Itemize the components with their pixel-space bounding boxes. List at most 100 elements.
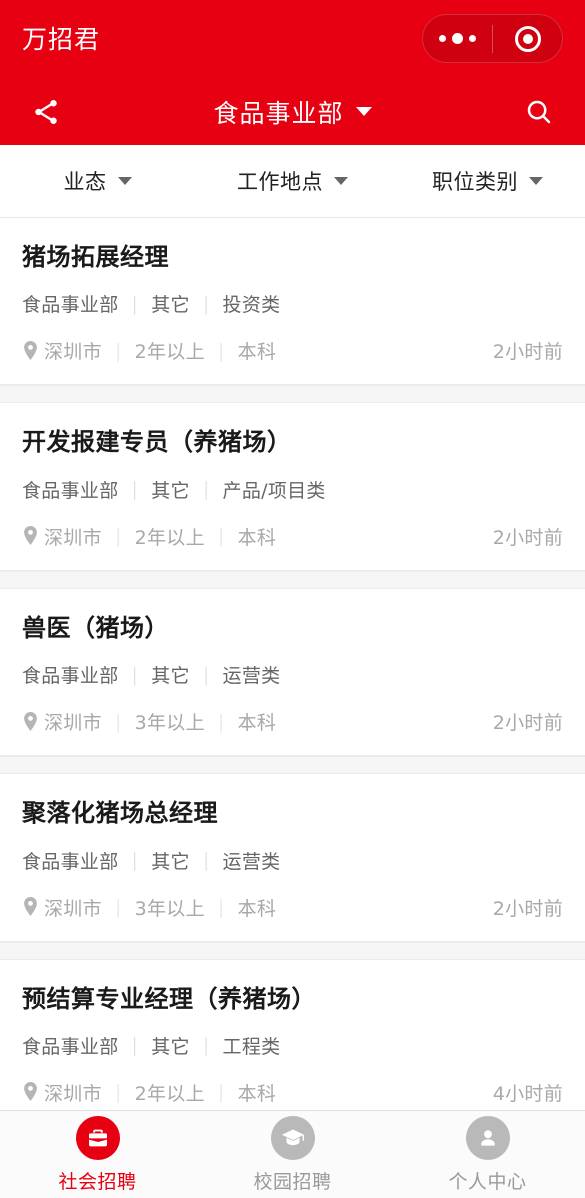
- job-education: 本科: [237, 897, 277, 920]
- job-card[interactable]: 开发报建专员（养猪场） 食品事业部 | 其它 | 产品/项目类 深圳市 | 2年…: [0, 403, 585, 571]
- job-tags: 食品事业部 | 其它 | 产品/项目类: [22, 476, 563, 503]
- filter-business-type[interactable]: 业态: [0, 145, 195, 217]
- chevron-down-icon[interactable]: [355, 107, 372, 116]
- target-core: [522, 33, 533, 44]
- chevron-down-icon: [117, 177, 132, 185]
- bottom-tab-bar: 社会招聘 校园招聘 个人中心: [0, 1110, 585, 1198]
- tab-personal-center[interactable]: 个人中心: [390, 1115, 585, 1194]
- job-education: 本科: [237, 712, 277, 735]
- job-title: 兽医（猪场）: [22, 613, 169, 642]
- job-experience: 2年以上: [134, 526, 205, 549]
- job-title: 猪场拓展经理: [22, 243, 169, 271]
- target-ring: [514, 25, 541, 52]
- job-experience: 3年以上: [134, 712, 205, 735]
- tag-separator: |: [131, 478, 139, 501]
- tag-separator: |: [202, 1034, 210, 1057]
- job-business: 其它: [151, 665, 190, 688]
- job-experience: 3年以上: [134, 897, 205, 920]
- meta-separator: |: [217, 896, 225, 919]
- job-card[interactable]: 聚落化猪场总经理 食品事业部 | 其它 | 运营类 深圳市 | 3年以上 | 本…: [0, 774, 585, 942]
- filter-work-location[interactable]: 工作地点: [195, 145, 390, 217]
- filter-label: 职位类别: [432, 170, 518, 194]
- more-dots-icon[interactable]: [423, 33, 492, 44]
- card-divider: [0, 385, 585, 404]
- chevron-down-icon: [334, 177, 348, 185]
- dot-right: [469, 35, 476, 42]
- job-tags: 食品事业部 | 其它 | 工程类: [22, 1032, 563, 1059]
- job-title: 预结算专业经理（养猪场）: [22, 984, 316, 1013]
- location-pin-icon: [22, 711, 39, 732]
- job-location: 深圳市: [44, 1082, 102, 1105]
- app-name: 万招君: [22, 24, 101, 54]
- job-card[interactable]: 兽医（猪场） 食品事业部 | 其它 | 运营类 深圳市 | 3年以上 | 本科: [0, 588, 585, 757]
- wechat-capsule[interactable]: [422, 14, 563, 63]
- job-meta: 深圳市 | 2年以上 | 本科 4小时前: [22, 1079, 563, 1106]
- job-meta: 深圳市 | 3年以上 | 本科 2小时前: [22, 894, 563, 921]
- job-card[interactable]: 预结算专业经理（养猪场） 食品事业部 | 其它 | 工程类 深圳市 | 2年以上…: [0, 959, 585, 1110]
- job-department: 食品事业部: [22, 479, 119, 502]
- job-post-time: 2小时前: [492, 341, 563, 364]
- job-location: 深圳市: [44, 526, 102, 549]
- job-category: 工程类: [222, 1035, 281, 1058]
- job-post-time: 2小时前: [492, 712, 563, 735]
- meta-separator: |: [217, 710, 225, 733]
- job-category: 产品/项目类: [222, 479, 326, 502]
- job-list[interactable]: 猪场拓展经理 食品事业部 | 其它 | 投资类 深圳市 | 2年以上 | 本科: [0, 218, 585, 1110]
- job-department: 食品事业部: [22, 1035, 119, 1058]
- card-divider: [0, 941, 585, 960]
- tag-separator: |: [131, 663, 139, 686]
- tab-label: 社会招聘: [58, 1170, 137, 1193]
- tab-social-recruitment[interactable]: 社会招聘: [0, 1115, 195, 1194]
- meta-separator: |: [217, 1081, 225, 1104]
- target-circle-icon[interactable]: [493, 25, 562, 52]
- location-pin-icon: [22, 526, 39, 546]
- job-experience: 2年以上: [134, 1082, 205, 1105]
- meta-separator: |: [114, 896, 122, 919]
- search-icon[interactable]: [515, 88, 563, 136]
- filter-job-category[interactable]: 职位类别: [390, 145, 585, 217]
- job-department: 食品事业部: [22, 665, 119, 688]
- job-business: 其它: [151, 294, 190, 317]
- job-tags: 食品事业部 | 其它 | 投资类: [22, 290, 563, 317]
- location-pin-icon: [22, 1082, 39, 1102]
- job-location: 深圳市: [44, 712, 102, 735]
- job-experience: 2年以上: [134, 341, 205, 364]
- filter-bar: 业态 工作地点 职位类别: [0, 145, 585, 218]
- meta-separator: |: [114, 525, 122, 548]
- filter-label: 业态: [63, 170, 107, 194]
- page-title: 食品事业部: [213, 98, 344, 128]
- meta-separator: |: [114, 710, 122, 733]
- job-business: 其它: [151, 850, 190, 873]
- meta-separator: |: [114, 339, 122, 362]
- job-location: 深圳市: [44, 341, 102, 364]
- meta-separator: |: [217, 339, 225, 362]
- briefcase-icon: [75, 1115, 120, 1160]
- meta-separator: |: [114, 1081, 122, 1104]
- job-location: 深圳市: [44, 897, 102, 920]
- share-icon[interactable]: [22, 88, 70, 136]
- job-card[interactable]: 猪场拓展经理 食品事业部 | 其它 | 投资类 深圳市 | 2年以上 | 本科: [0, 218, 585, 386]
- job-category: 运营类: [222, 665, 281, 688]
- job-post-time: 4小时前: [492, 1082, 563, 1105]
- card-divider: [0, 570, 585, 589]
- location-pin-icon: [22, 340, 39, 361]
- job-title: 聚落化猪场总经理: [22, 799, 218, 828]
- meta-separator: |: [217, 525, 225, 548]
- tab-campus-recruitment[interactable]: 校园招聘: [195, 1115, 390, 1194]
- job-category: 运营类: [222, 850, 281, 873]
- tag-separator: |: [202, 849, 210, 872]
- tag-separator: |: [131, 849, 139, 872]
- tag-separator: |: [131, 292, 139, 315]
- tab-label: 个人中心: [448, 1170, 527, 1193]
- job-education: 本科: [237, 341, 277, 364]
- job-category: 投资类: [222, 294, 281, 317]
- job-title: 开发报建专员（养猪场）: [22, 428, 292, 457]
- dot-center: [452, 33, 463, 44]
- filter-label: 工作地点: [237, 170, 323, 194]
- job-post-time: 2小时前: [492, 526, 563, 549]
- app-header: 万招君 食品事业部: [0, 0, 585, 145]
- nav-title-group: 食品事业部: [0, 78, 585, 145]
- tag-separator: |: [131, 1034, 139, 1057]
- job-education: 本科: [237, 1082, 277, 1105]
- job-tags: 食品事业部 | 其它 | 运营类: [22, 847, 563, 874]
